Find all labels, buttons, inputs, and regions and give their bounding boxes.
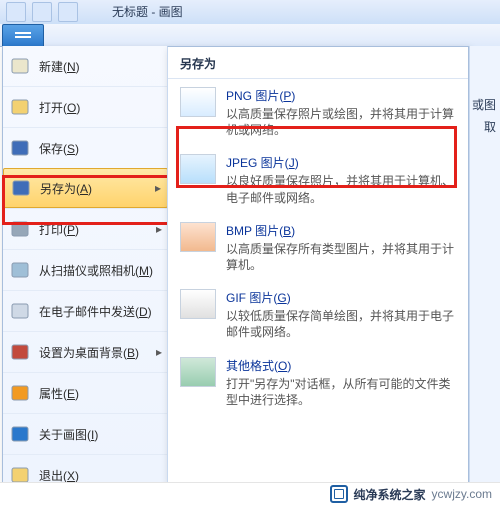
chevron-right-icon: ▸ (156, 222, 162, 236)
saveas-png-title: PNG 图片(P) (226, 87, 456, 104)
menu-save-label: 保存(S) (39, 140, 79, 157)
saveas-png-thumb-icon (180, 87, 216, 117)
file-menu: 新建(N) 打开(O) 保存(S) 另存为(A) ▸ 打印(P) ▸ 从扫描仪或照相机(M) 在… (2, 46, 169, 483)
save-as-flyout: 另存为 PNG 图片(P) 以高质量保存照片或绘图，并将其用于计算机或网络。 JPE… (167, 46, 469, 483)
qat-redo-icon[interactable] (58, 2, 78, 22)
saveas-jpeg[interactable]: JPEG 图片(J) 以良好质量保存照片，并将其用于计算机、电子邮件或网络。 (168, 146, 468, 213)
right-panel-clip: 或图 取 (469, 46, 500, 483)
menu-acquire[interactable]: 从扫描仪或照相机(M) (3, 249, 168, 290)
saveas-gif-desc: 以较低质量保存简单绘图，并将其用于电子邮件或网络。 (226, 308, 456, 340)
menu-open-icon (9, 96, 31, 118)
menu-properties-label: 属性(E) (39, 385, 79, 402)
qat-undo-icon[interactable] (32, 2, 52, 22)
saveas-gif-thumb-icon (180, 289, 216, 319)
menu-open[interactable]: 打开(O) (3, 86, 168, 127)
menu-save-as[interactable]: 另存为(A) ▸ (3, 168, 168, 208)
saveas-gif[interactable]: GIF 图片(G) 以较低质量保存简单绘图，并将其用于电子邮件或网络。 (168, 281, 468, 348)
saveas-bmp[interactable]: BMP 图片(B) 以高质量保存所有类型图片，并将其用于计算机。 (168, 214, 468, 281)
quick-access-toolbar (6, 2, 78, 22)
menu-email[interactable]: 在电子邮件中发送(D) (3, 290, 168, 331)
saveas-other-thumb-icon (180, 357, 216, 387)
menu-wallpaper[interactable]: 设置为桌面背景(B) ▸ (3, 331, 168, 372)
saveas-bmp-title: BMP 图片(B) (226, 222, 456, 239)
menu-save-icon (9, 137, 31, 159)
menu-print[interactable]: 打印(P) ▸ (3, 208, 168, 249)
saveas-other-title: 其他格式(O) (226, 357, 456, 374)
chevron-right-icon: ▸ (156, 345, 162, 359)
ribbon-tabs (0, 24, 500, 47)
title-bar: 无标题 - 画图 (0, 0, 500, 25)
menu-exit-label: 退出(X) (39, 467, 79, 484)
menu-acquire-label: 从扫描仪或照相机(M) (39, 262, 153, 279)
saveas-jpeg-thumb-icon (180, 154, 216, 184)
saveas-other[interactable]: 其他格式(O) 打开"另存为"对话框，从所有可能的文件类型中进行选择。 (168, 349, 468, 416)
menu-acquire-icon (9, 259, 31, 281)
file-tab[interactable] (2, 24, 44, 48)
menu-new-icon (9, 55, 31, 77)
clip-text-2: 取 (484, 118, 496, 135)
saveas-jpeg-title: JPEG 图片(J) (226, 154, 456, 171)
saveas-bmp-thumb-icon (180, 222, 216, 252)
saveas-jpeg-desc: 以良好质量保存照片，并将其用于计算机、电子邮件或网络。 (226, 173, 456, 205)
saveas-gif-title: GIF 图片(G) (226, 289, 456, 306)
saveas-other-desc: 打开"另存为"对话框，从所有可能的文件类型中进行选择。 (226, 376, 456, 408)
menu-about-icon (9, 423, 31, 445)
menu-wallpaper-label: 设置为桌面背景(B) (39, 344, 139, 361)
menu-about-label: 关于画图(I) (39, 426, 98, 443)
menu-properties-icon (9, 382, 31, 404)
watermark-logo-icon (330, 485, 348, 503)
saveas-bmp-desc: 以高质量保存所有类型图片，并将其用于计算机。 (226, 241, 456, 273)
watermark-brand: 纯净系统之家 (354, 486, 426, 503)
menu-wallpaper-icon (9, 341, 31, 363)
saveas-png-desc: 以高质量保存照片或绘图，并将其用于计算机或网络。 (226, 106, 456, 138)
menu-properties[interactable]: 属性(E) (3, 372, 168, 413)
menu-save[interactable]: 保存(S) (3, 127, 168, 168)
saveas-png[interactable]: PNG 图片(P) 以高质量保存照片或绘图，并将其用于计算机或网络。 (168, 79, 468, 146)
menu-print-icon (9, 218, 31, 240)
window-title: 无标题 - 画图 (112, 3, 183, 20)
chevron-right-icon: ▸ (155, 181, 161, 195)
save-as-header: 另存为 (168, 47, 468, 79)
clip-text-1: 或图 (472, 96, 496, 113)
watermark-bar: 纯净系统之家 ycwjzy.com (0, 482, 500, 505)
menu-email-label: 在电子邮件中发送(D) (39, 303, 152, 320)
menu-new[interactable]: 新建(N) (3, 46, 168, 86)
menu-save-as-icon (10, 177, 32, 199)
menu-print-label: 打印(P) (39, 221, 79, 238)
menu-email-icon (9, 300, 31, 322)
watermark-url: ycwjzy.com (432, 487, 492, 501)
menu-new-label: 新建(N) (39, 58, 80, 75)
menu-about[interactable]: 关于画图(I) (3, 413, 168, 454)
qat-save-icon[interactable] (6, 2, 26, 22)
menu-open-label: 打开(O) (39, 99, 80, 116)
menu-save-as-label: 另存为(A) (40, 180, 92, 197)
